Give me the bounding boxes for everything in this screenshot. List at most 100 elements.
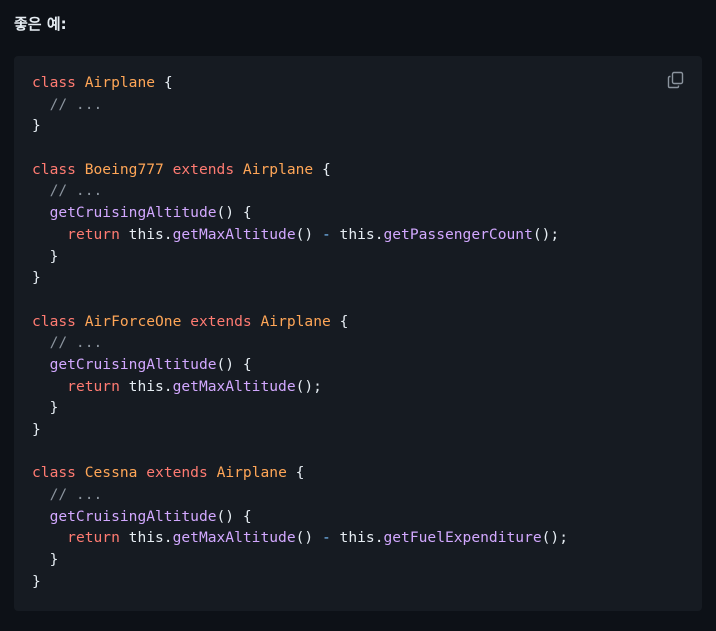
function-token: getMaxAltitude — [172, 529, 296, 547]
code-line: ​ — [32, 137, 568, 159]
code-line: class Boeing777 extends Airplane { — [32, 159, 568, 181]
function-token: getMaxAltitude — [172, 225, 296, 243]
code-line: return this.getMaxAltitude() - this.getF… — [32, 527, 568, 549]
function-token: getCruisingAltitude — [49, 355, 217, 373]
code-text: { — [313, 160, 331, 178]
code-text: } — [32, 247, 59, 265]
code-block[interactable]: class Airplane { // ...}​class Boeing777… — [14, 56, 702, 611]
keyword-token: class — [32, 464, 76, 482]
code-text: } — [32, 399, 59, 417]
comment-token: // ... — [32, 182, 103, 200]
code-text: this. — [330, 529, 384, 547]
copy-icon — [667, 71, 684, 89]
function-token: getCruisingAltitude — [49, 204, 217, 222]
code-line: } — [32, 549, 568, 571]
copy-button[interactable] — [666, 70, 686, 90]
code-line: return this.getMaxAltitude(); — [32, 376, 568, 398]
keyword-token: return — [67, 529, 120, 547]
comment-token: // ... — [32, 95, 103, 113]
keyword-token: return — [67, 377, 120, 395]
page: 좋은 예: class Airplane { // ...}​class Boe… — [0, 0, 716, 631]
class-name-token: Cessna — [84, 464, 138, 482]
code-text: } — [32, 269, 41, 287]
code-line: class Cessna extends Airplane { — [32, 462, 568, 484]
code-text: this. — [119, 225, 173, 243]
code-text: { — [155, 74, 173, 91]
code-text: this. — [119, 529, 173, 547]
code-line: // ... — [32, 484, 568, 506]
class-name-token: AirForceOne — [84, 312, 182, 330]
class-name-token: Airplane — [242, 160, 314, 178]
code-line: // ... — [32, 332, 568, 354]
function-token: getMaxAltitude — [172, 377, 296, 395]
code-line: } — [32, 246, 568, 268]
code-text: (); — [295, 377, 322, 395]
code-line: } — [32, 115, 568, 137]
class-name-token: Airplane — [260, 312, 331, 330]
code-line: } — [32, 267, 568, 289]
code-line: ​ — [32, 289, 568, 311]
comment-token: // ... — [32, 334, 103, 352]
code-text: this. — [330, 225, 384, 243]
function-token: getFuelExpenditure — [383, 529, 542, 547]
code-text: () { — [216, 507, 252, 525]
code-line: getCruisingAltitude() { — [32, 506, 568, 528]
code-line: class Airplane { — [32, 72, 568, 94]
operator-token: - — [321, 529, 331, 547]
code-content: class Airplane { // ...}​class Boeing777… — [32, 72, 568, 593]
keyword-token: extends — [190, 312, 252, 330]
keyword-token: extends — [172, 160, 235, 178]
keyword-token: return — [67, 225, 120, 243]
code-text: this. — [119, 377, 173, 395]
code-line: class AirForceOne extends Airplane { — [32, 311, 568, 333]
code-text: { — [286, 464, 305, 482]
function-token: getCruisingAltitude — [49, 507, 217, 525]
code-text: } — [32, 572, 41, 590]
code-text: () { — [216, 355, 252, 373]
code-text: () — [295, 529, 322, 547]
keyword-token: extends — [146, 464, 208, 482]
code-text: () { — [216, 204, 252, 222]
code-line: getCruisingAltitude() { — [32, 202, 568, 224]
code-line: // ... — [32, 94, 568, 116]
class-name-token: Airplane — [84, 74, 156, 91]
keyword-token: class — [32, 160, 76, 178]
code-text: } — [32, 117, 41, 135]
code-text: () — [295, 225, 322, 243]
keyword-token: class — [32, 74, 76, 91]
code-text: { — [330, 312, 349, 330]
code-line: getCruisingAltitude() { — [32, 354, 568, 376]
comment-token: // ... — [32, 486, 103, 504]
code-text: } — [32, 421, 41, 438]
code-line: // ... — [32, 180, 568, 202]
code-text: (); — [541, 529, 568, 547]
class-name-token: Boeing777 — [84, 160, 164, 178]
code-line: ​ — [32, 441, 568, 463]
section-heading: 좋은 예: — [14, 15, 67, 33]
code-text: (); — [532, 225, 560, 243]
code-text: } — [32, 551, 59, 569]
code-line: } — [32, 419, 568, 441]
function-token: getPassengerCount — [383, 225, 533, 243]
code-line: } — [32, 571, 568, 593]
operator-token: - — [321, 225, 331, 243]
class-name-token: Airplane — [216, 464, 287, 482]
keyword-token: class — [32, 312, 76, 330]
code-line: return this.getMaxAltitude() - this.getP… — [32, 224, 568, 246]
